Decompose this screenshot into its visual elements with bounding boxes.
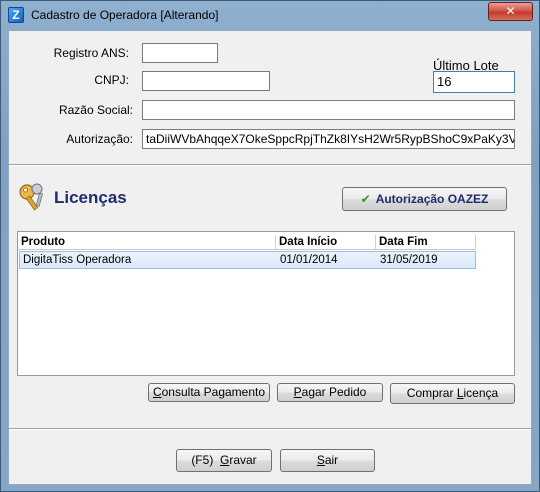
licencas-grid[interactable]: Produto Data Início Data Fim DigitaTiss … — [17, 231, 515, 376]
cnpj-label: CNPJ: — [94, 73, 129, 87]
title-bar[interactable]: Z Cadastro de Operadora [Alterando] ✕ — [1, 1, 539, 31]
autorizacao-input[interactable]: taDiiWVbAhqqeX7OkeSppcRpjThZk8IYsH2Wr5Ry… — [142, 129, 515, 149]
app-icon: Z — [8, 7, 24, 23]
consulta-pagamento-button[interactable]: Consulta Pagamento — [148, 383, 270, 402]
licencas-title: Licenças — [54, 188, 127, 207]
column-header-data-inicio[interactable]: Data Início — [276, 235, 376, 250]
cnpj-input[interactable] — [142, 71, 270, 91]
razao-social-label: Razão Social: — [58, 103, 133, 117]
autorizacao-oazez-button[interactable]: ✔ Autorização OAZEZ — [342, 187, 507, 211]
ultimo-lote-input[interactable]: 16 — [433, 71, 515, 93]
autorizacao-label: Autorização: — [66, 132, 133, 146]
window-title: Cadastro de Operadora [Alterando] — [31, 8, 219, 22]
table-row[interactable]: DigitaTiss Operadora 01/01/2014 31/05/20… — [19, 251, 476, 269]
close-button[interactable]: ✕ — [488, 2, 533, 21]
column-header-produto[interactable]: Produto — [18, 235, 276, 250]
pagar-pedido-button[interactable]: Pagar Pedido — [277, 383, 383, 402]
comprar-licenca-button[interactable]: Comprar Licença — [390, 383, 515, 404]
razao-social-input[interactable] — [142, 100, 515, 120]
dialog-content: Registro ANS: CNPJ: Último Lote 16 Razão… — [8, 30, 532, 485]
cell-data-inicio: 01/01/2014 — [280, 254, 338, 266]
registro-ans-label: Registro ANS: — [53, 46, 129, 60]
separator-bottom — [9, 428, 531, 430]
cell-produto: DigitaTiss Operadora — [23, 254, 132, 266]
registro-ans-input[interactable] — [142, 43, 218, 63]
checkmark-icon: ✔ — [360, 192, 371, 206]
autorizacao-oazez-label: Autorização OAZEZ — [375, 192, 489, 206]
keys-icon — [19, 183, 43, 211]
sair-button[interactable]: Sair — [280, 449, 375, 472]
gravar-button[interactable]: (F5) Gravar — [176, 449, 272, 472]
column-header-data-fim[interactable]: Data Fim — [376, 235, 476, 250]
separator-top — [9, 164, 531, 166]
dialog-window: Z Cadastro de Operadora [Alterando] ✕ Re… — [0, 0, 540, 492]
grid-header: Produto Data Início Data Fim — [18, 235, 476, 250]
cell-data-fim: 31/05/2019 — [380, 254, 438, 266]
